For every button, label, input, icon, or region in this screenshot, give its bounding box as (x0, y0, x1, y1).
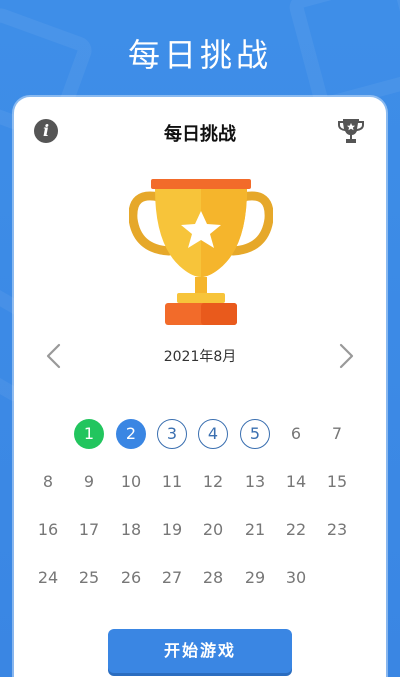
calendar-day-6[interactable]: 6 (281, 419, 311, 449)
calendar-day-24[interactable]: 24 (33, 563, 63, 593)
calendar-grid: 1 2 3 4 5 6 7 8 9 10 11 12 13 14 15 16 17 18 19 20 21 22 23 24 2… (33, 419, 379, 611)
calendar-day-27[interactable]: 27 (157, 563, 187, 593)
calendar-day-30[interactable]: 30 (281, 563, 311, 593)
calendar-day-22[interactable]: 22 (281, 515, 311, 545)
calendar-day-23[interactable]: 23 (322, 515, 352, 545)
calendar-week-row: 24 25 26 27 28 29 30 (33, 563, 379, 611)
calendar-day-28[interactable]: 28 (198, 563, 228, 593)
calendar-day-17[interactable]: 17 (74, 515, 104, 545)
calendar-day-7[interactable]: 7 (322, 419, 352, 449)
calendar-day-9[interactable]: 9 (74, 467, 104, 497)
calendar-day-19[interactable]: 19 (157, 515, 187, 545)
page-title: 每日挑战 (127, 36, 272, 74)
calendar-day-5[interactable]: 5 (240, 419, 270, 449)
start-game-button[interactable]: 开始游戏 (108, 629, 292, 673)
calendar-day-4[interactable]: 4 (198, 419, 228, 449)
calendar-day-1[interactable]: 1 (74, 419, 104, 449)
calendar-day-16[interactable]: 16 (33, 515, 63, 545)
card-header: i 每日挑战 (14, 97, 386, 167)
calendar-day-2[interactable]: 2 (116, 419, 146, 449)
calendar-day-26[interactable]: 26 (116, 563, 146, 593)
month-selector: 2021年8月 (14, 340, 386, 370)
calendar-day-18[interactable]: 18 (116, 515, 146, 545)
month-label: 2021年8月 (163, 349, 237, 365)
calendar-week-row: 1234567 (33, 419, 379, 467)
calendar-day-3[interactable]: 3 (157, 419, 187, 449)
calendar-day-11[interactable]: 11 (157, 467, 187, 497)
calendar-day-15[interactable]: 15 (322, 467, 352, 497)
trophy-large-icon (129, 179, 273, 325)
calendar-week-row: 8 9 10 11 12 13 14 15 (33, 467, 379, 515)
calendar-day-14[interactable]: 14 (281, 467, 311, 497)
card-title: 每日挑战 (164, 124, 236, 145)
chevron-right-icon[interactable] (334, 342, 358, 370)
challenge-card: i 每日挑战 2021年8月 1 2 3 4 5 6 7 8 9 10 11 12 13 14 15 16 17… (14, 97, 386, 677)
calendar-day-21[interactable]: 21 (240, 515, 270, 545)
calendar-day-8[interactable]: 8 (33, 467, 63, 497)
trophy-icon[interactable] (336, 117, 366, 145)
calendar-day-25[interactable]: 25 (74, 563, 104, 593)
calendar-day-13[interactable]: 13 (240, 467, 270, 497)
calendar-day-12[interactable]: 12 (198, 467, 228, 497)
calendar-week-row: 16 17 18 19 20 21 22 23 (33, 515, 379, 563)
calendar-day-10[interactable]: 10 (116, 467, 146, 497)
calendar-day-20[interactable]: 20 (198, 515, 228, 545)
calendar-day-29[interactable]: 29 (240, 563, 270, 593)
